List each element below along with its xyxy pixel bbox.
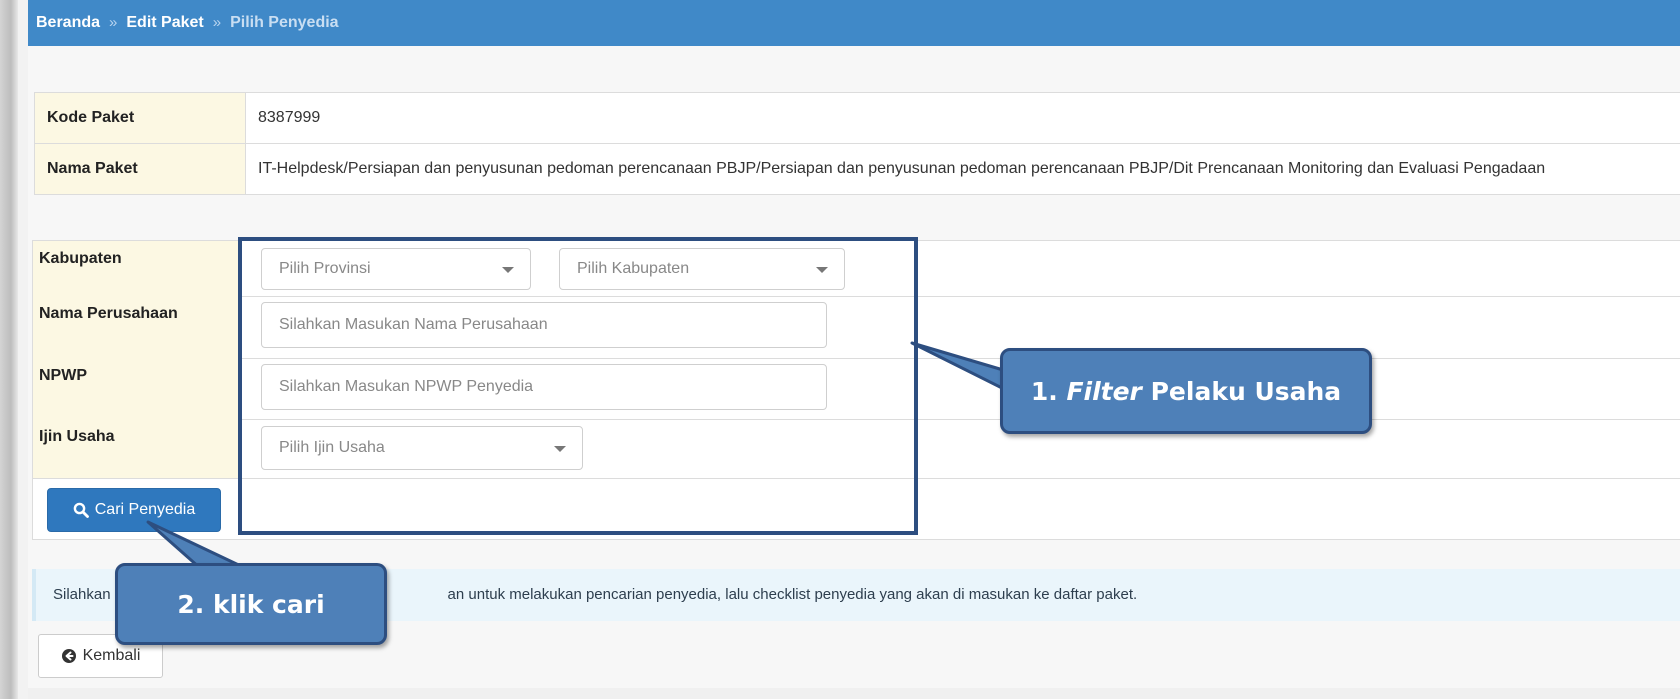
callout-1-suffix: Pelaku Usaha bbox=[1150, 376, 1342, 406]
callout-1-italic: Filter bbox=[1066, 376, 1142, 406]
callout-1-prefix: 1. bbox=[1030, 376, 1058, 406]
callout-2-text: 2. klik cari bbox=[177, 589, 325, 619]
callout-klik-cari: 2. klik cari bbox=[115, 563, 387, 645]
callout-filter-pelaku-usaha: 1. Filter Pelaku Usaha bbox=[1000, 348, 1372, 434]
